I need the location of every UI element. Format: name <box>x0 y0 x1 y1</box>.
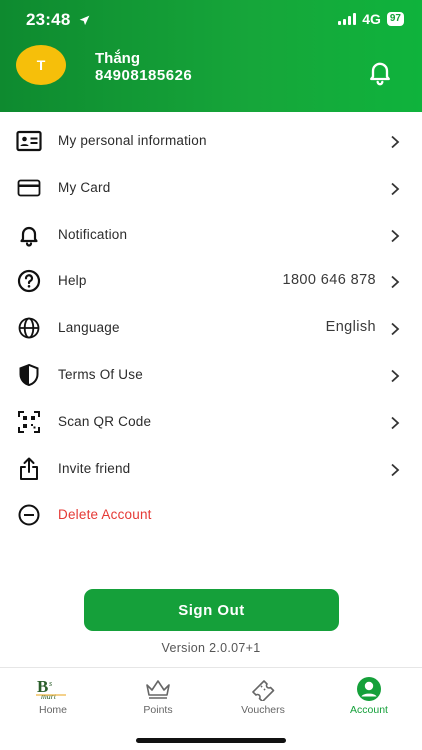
location-arrow-icon <box>80 15 90 26</box>
menu-item-notification[interactable]: Notification <box>0 212 422 259</box>
id-card-icon <box>16 129 42 153</box>
menu-item-personal-information[interactable]: My personal information <box>0 118 422 165</box>
home-indicator[interactable] <box>136 738 286 743</box>
account-icon <box>324 676 414 702</box>
menu-label: Scan QR Code <box>58 413 152 429</box>
chevron-right-icon <box>391 369 400 383</box>
battery-icon: 97 <box>386 12 404 26</box>
menu-item-invite-friend[interactable]: Invite friend <box>0 446 422 493</box>
bell-icon <box>16 223 42 247</box>
chevron-right-icon <box>391 416 400 429</box>
avatar[interactable]: T <box>16 45 66 85</box>
sign-out-button[interactable]: Sign Out <box>84 589 339 631</box>
tab-label: Vouchers <box>241 704 285 716</box>
language-value: English <box>325 319 376 336</box>
notification-bell-button[interactable] <box>366 58 394 86</box>
menu-label: Language <box>58 320 120 336</box>
menu-label: My personal information <box>58 133 207 148</box>
bsmart-logo-icon: Bs mart <box>8 676 98 702</box>
tab-vouchers[interactable]: Vouchers <box>218 676 308 716</box>
share-icon <box>16 457 42 481</box>
tab-label: Points <box>143 704 173 716</box>
help-icon <box>16 269 42 293</box>
shield-icon <box>16 363 42 387</box>
user-name: Thắng <box>95 50 140 67</box>
menu-item-help[interactable]: Help 1800 646 878 <box>0 258 422 305</box>
tab-account[interactable]: Account <box>324 676 414 716</box>
signal-icon <box>338 13 357 25</box>
menu-label: Terms Of Use <box>58 366 143 382</box>
chevron-right-icon <box>391 182 400 195</box>
svg-text:mart: mart <box>41 692 57 701</box>
crown-icon <box>113 676 203 702</box>
user-phone: 84908185626 <box>95 67 193 84</box>
account-menu: My personal information My Card Notifica… <box>0 118 422 539</box>
status-time: 23:48 <box>26 10 91 30</box>
minus-circle-icon <box>16 503 42 527</box>
ticket-icon <box>218 676 308 702</box>
menu-item-terms-of-use[interactable]: Terms Of Use <box>0 352 422 399</box>
menu-item-delete-account[interactable]: Delete Account <box>0 492 422 539</box>
status-indicators: 4G 97 <box>338 11 404 27</box>
chevron-right-icon <box>391 323 400 336</box>
bell-icon <box>370 62 390 86</box>
menu-label: Help <box>58 273 87 289</box>
help-phone-number[interactable]: 1800 646 878 <box>283 272 377 288</box>
chevron-right-icon <box>391 135 400 149</box>
qr-code-icon <box>16 410 42 434</box>
menu-item-my-card[interactable]: My Card <box>0 165 422 212</box>
chevron-right-icon <box>391 463 400 476</box>
tab-label: Account <box>350 704 388 716</box>
tab-label: Home <box>38 704 67 716</box>
globe-icon <box>16 316 42 340</box>
tab-points[interactable]: Points <box>113 676 203 716</box>
menu-label: Notification <box>58 226 128 242</box>
account-header: 23:48 4G 97 T Thắng 84908185626 <box>0 0 422 112</box>
tab-home[interactable]: Bs mart Home <box>8 676 98 716</box>
svg-text:s: s <box>49 679 52 688</box>
menu-item-scan-qr-code[interactable]: Scan QR Code <box>0 399 422 446</box>
app-version: Version 2.0.07+1 <box>161 641 261 655</box>
status-bar: 23:48 4G 97 <box>0 0 422 38</box>
menu-label: Delete Account <box>58 507 152 523</box>
menu-item-language[interactable]: Language English <box>0 305 422 352</box>
menu-label: My Card <box>58 179 111 195</box>
chevron-right-icon <box>391 276 400 289</box>
menu-label: Invite friend <box>58 460 131 476</box>
network-type: 4G <box>362 11 381 27</box>
card-icon <box>16 176 42 200</box>
chevron-right-icon <box>391 229 400 242</box>
